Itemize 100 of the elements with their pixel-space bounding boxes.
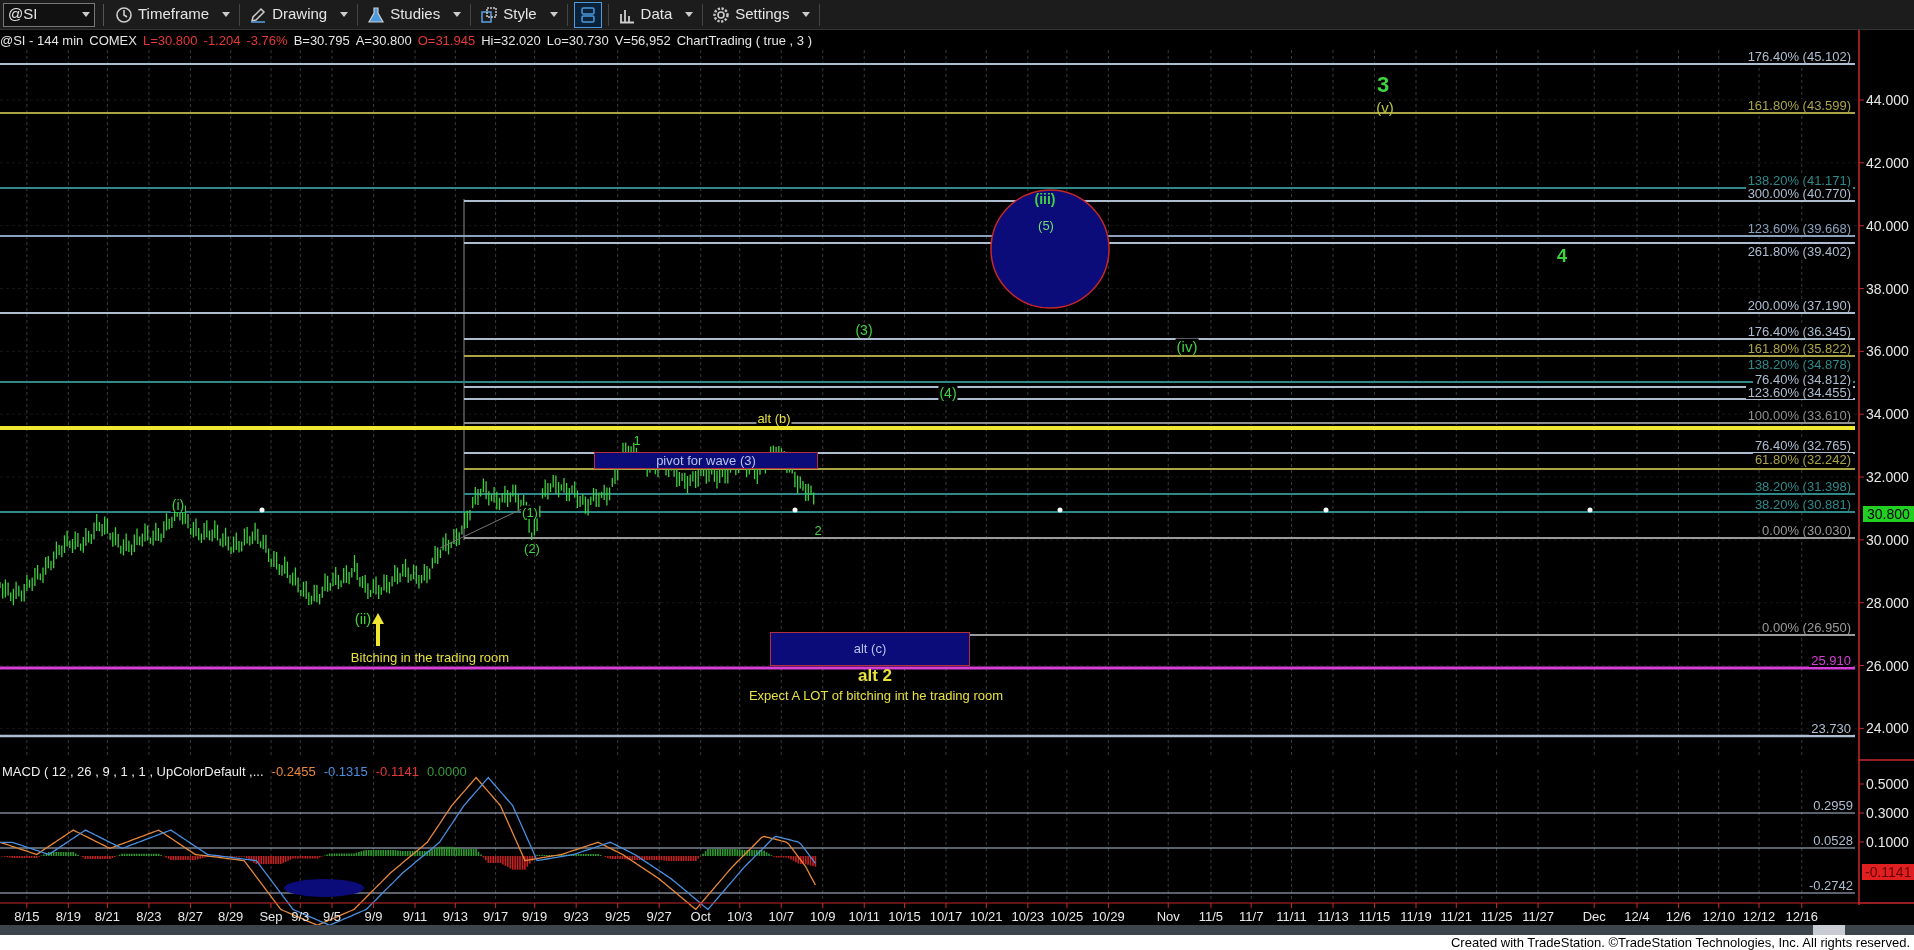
layout-toggle-button[interactable] bbox=[573, 1, 602, 28]
toolbar-menu[interactable]: Studies bbox=[364, 1, 465, 28]
caret-icon bbox=[549, 12, 558, 17]
stacked-panels-icon bbox=[578, 5, 597, 24]
fib-level-label: 23.730 bbox=[1809, 722, 1853, 735]
fib-level-label: 138.20% (34.878) bbox=[1745, 358, 1853, 371]
wave-label: (ii) bbox=[354, 610, 372, 626]
fib-level-label: 0.00% (26.950) bbox=[1760, 621, 1853, 634]
date-axis-label: 10/3 bbox=[727, 910, 753, 924]
quote-field: Hi=32.020 bbox=[481, 33, 541, 48]
zone-box: pivot for wave (3) bbox=[594, 452, 818, 469]
toolbar-menu[interactable]: Settings bbox=[709, 1, 814, 28]
date-axis-label: 11/15 bbox=[1358, 910, 1391, 924]
toolbar-menu[interactable]: Data bbox=[614, 1, 697, 28]
indicator-axis-label: 0.3000 bbox=[1866, 806, 1909, 820]
quote-field: Lo=30.730 bbox=[546, 33, 609, 48]
pencil-icon bbox=[249, 5, 268, 24]
date-axis-label: 9/19 bbox=[522, 910, 548, 924]
date-axis-label: 9/27 bbox=[646, 910, 672, 924]
date-axis-label: 12/16 bbox=[1785, 910, 1818, 924]
date-axis-label: 11/7 bbox=[1239, 910, 1264, 924]
quote-field: O=31.945 bbox=[417, 33, 476, 48]
price-axis-label: 26.000 bbox=[1866, 658, 1909, 673]
fib-level-label: 100.00% (33.610) bbox=[1745, 409, 1853, 422]
date-axis-label: 8/27 bbox=[177, 910, 204, 924]
date-axis-label: 11/5 bbox=[1198, 910, 1224, 924]
symbol-dropdown[interactable]: @SI bbox=[3, 2, 95, 27]
date-axis-label: 11/25 bbox=[1480, 910, 1513, 924]
wave-label: (2) bbox=[524, 541, 540, 555]
quote-field: V=56,952 bbox=[614, 33, 671, 48]
marker-dot bbox=[1323, 507, 1329, 513]
date-axis-label: 12/10 bbox=[1702, 910, 1735, 924]
caret-icon bbox=[685, 12, 694, 17]
marker-dot bbox=[259, 507, 265, 513]
fib-level-label: 76.40% (32.765) bbox=[1752, 439, 1853, 452]
date-axis-label: 10/25 bbox=[1050, 910, 1084, 924]
level-label: 0.0528 bbox=[1813, 834, 1853, 847]
wave-label: alt 2 bbox=[858, 666, 892, 684]
toolbar-menu[interactable]: Drawing bbox=[246, 1, 352, 28]
date-axis-label: 10/7 bbox=[768, 910, 794, 924]
date-axis-label: 12/6 bbox=[1665, 910, 1692, 924]
fib-level-label: 61.80% (32.242) bbox=[1752, 453, 1853, 466]
fib-level-label: 161.80% (35.822) bbox=[1745, 342, 1853, 355]
date-axis-label: 8/15 bbox=[14, 910, 40, 924]
arrow-icon bbox=[372, 613, 384, 646]
date-axis-label: 10/9 bbox=[810, 910, 836, 924]
date-axis-label: Nov bbox=[1156, 910, 1180, 924]
wave-label: (4) bbox=[938, 386, 958, 400]
caret-icon bbox=[802, 12, 811, 17]
caret-icon bbox=[453, 12, 462, 17]
wave-label: 4 bbox=[1557, 247, 1567, 265]
date-axis-label: 11/27 bbox=[1522, 910, 1554, 924]
last-price-tag: 30.800 bbox=[1863, 506, 1914, 522]
zone-box: alt (c) bbox=[770, 632, 970, 666]
date-axis-label: 12/4 bbox=[1624, 910, 1650, 924]
wave-label: (i) bbox=[170, 498, 186, 512]
marker-dot bbox=[792, 507, 798, 513]
fib-level-label: 25.910 bbox=[1809, 654, 1853, 667]
level-label: 0.2959 bbox=[1813, 799, 1853, 812]
fib-level-label: 0.00% (30.030) bbox=[1760, 524, 1853, 537]
scrollbar-thumb[interactable] bbox=[1813, 925, 1845, 935]
indicator-axis-label: 0.1000 bbox=[1866, 835, 1909, 849]
fib-level-label: 161.80% (43.599) bbox=[1745, 99, 1853, 112]
wave-label: alt (b) bbox=[756, 411, 792, 425]
marker-dot bbox=[1057, 507, 1063, 513]
date-axis-label: Dec bbox=[1582, 910, 1606, 924]
wave-label: (3) bbox=[855, 323, 873, 337]
date-axis-label: 9/11 bbox=[402, 910, 428, 924]
wave-label: Bitching in the trading room bbox=[350, 650, 510, 664]
scrollbar[interactable] bbox=[0, 925, 1914, 935]
quote-field: L=30.800 bbox=[142, 33, 198, 48]
price-axis-label: 24.000 bbox=[1866, 721, 1909, 736]
fib-level-label: 123.60% (34.455) bbox=[1745, 386, 1853, 399]
fib-level-label: 38.20% (30.881) bbox=[1752, 498, 1853, 511]
copyright-text: Created with TradeStation. ©TradeStation Technologies, Inc. All rights reserved. bbox=[0, 935, 1914, 950]
wave-label: (1) bbox=[521, 505, 539, 519]
indicator-title: MACD ( 12 , 26 , 9 , 1 , 1 , UpColorDefault ,... bbox=[2, 763, 264, 781]
price-axis-label: 42.000 bbox=[1866, 155, 1909, 170]
wave-label: (5) bbox=[1038, 218, 1054, 232]
quote-field: -3.76% bbox=[246, 33, 288, 48]
fib-level-label: 176.40% (36.345) bbox=[1745, 325, 1853, 338]
wave-label: 2 bbox=[814, 523, 822, 537]
toolbar-menu[interactable]: Style bbox=[477, 1, 561, 28]
date-axis-label: 11/21 bbox=[1440, 910, 1473, 924]
price-axis-label: 28.000 bbox=[1866, 595, 1909, 610]
quote-field: A=30.800 bbox=[355, 33, 412, 48]
price-axis-label: 40.000 bbox=[1866, 218, 1909, 233]
marker-dot bbox=[1587, 507, 1593, 513]
date-axis-label: 10/15 bbox=[888, 910, 921, 924]
wave-label: (v) bbox=[1376, 99, 1394, 115]
date-axis-label: 12/12 bbox=[1742, 910, 1776, 924]
toolbar-menu[interactable]: Timeframe bbox=[112, 1, 234, 28]
date-axis-label: 9/25 bbox=[605, 910, 631, 924]
fib-level-label: 38.20% (31.398) bbox=[1752, 480, 1853, 493]
indicator-value-tag: -0.1141 bbox=[1862, 864, 1914, 880]
level-label: -0.2742 bbox=[1808, 879, 1853, 892]
date-axis-label: 8/23 bbox=[136, 910, 162, 924]
quote-field: B=30.795 bbox=[293, 33, 350, 48]
date-axis-label: 9/23 bbox=[563, 910, 589, 924]
wave-label: 3 bbox=[1376, 74, 1390, 96]
